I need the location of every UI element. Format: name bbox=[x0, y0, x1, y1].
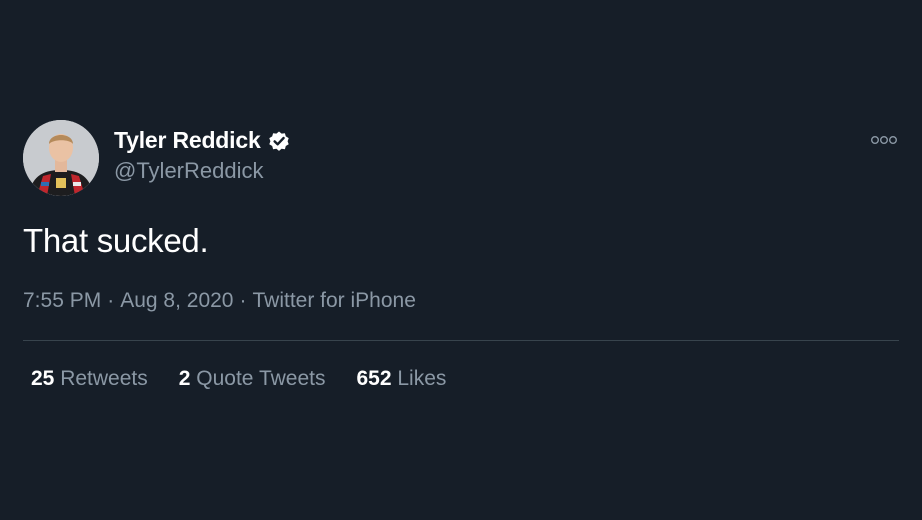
meta-separator: · bbox=[107, 289, 115, 312]
tweet-text: That sucked. bbox=[23, 222, 209, 259]
display-name[interactable]: Tyler Reddick bbox=[114, 127, 261, 154]
author-handle[interactable]: @TylerReddick bbox=[114, 158, 264, 184]
author-name-row: Tyler Reddick bbox=[114, 127, 291, 154]
meta-separator: · bbox=[239, 289, 247, 312]
divider bbox=[23, 340, 899, 341]
avatar[interactable] bbox=[23, 120, 99, 196]
more-options-icon[interactable] bbox=[868, 131, 900, 149]
tweet-date[interactable]: Aug 8, 2020 bbox=[120, 289, 233, 312]
tweet-card: Tyler Reddick @TylerReddick That sucked.… bbox=[0, 0, 922, 520]
quote-tweets-stat[interactable]: 2 Quote Tweets bbox=[179, 367, 326, 391]
quote-tweets-label: Quote Tweets bbox=[196, 367, 326, 390]
likes-count: 652 bbox=[356, 367, 392, 390]
retweets-count: 25 bbox=[31, 367, 55, 390]
tweet-meta: 7:55 PM · Aug 8, 2020 · Twitter for iPhone bbox=[23, 289, 416, 313]
retweets-label: Retweets bbox=[60, 367, 148, 390]
tweet-time[interactable]: 7:55 PM bbox=[23, 289, 101, 312]
retweets-stat[interactable]: 25 Retweets bbox=[31, 367, 148, 391]
tweet-source[interactable]: Twitter for iPhone bbox=[252, 289, 415, 312]
likes-stat[interactable]: 652 Likes bbox=[356, 367, 446, 391]
tweet-stats: 25 Retweets 2 Quote Tweets 652 Likes bbox=[31, 367, 477, 391]
likes-label: Likes bbox=[397, 367, 447, 390]
verified-badge-icon bbox=[267, 129, 291, 153]
quote-tweets-count: 2 bbox=[178, 367, 191, 390]
